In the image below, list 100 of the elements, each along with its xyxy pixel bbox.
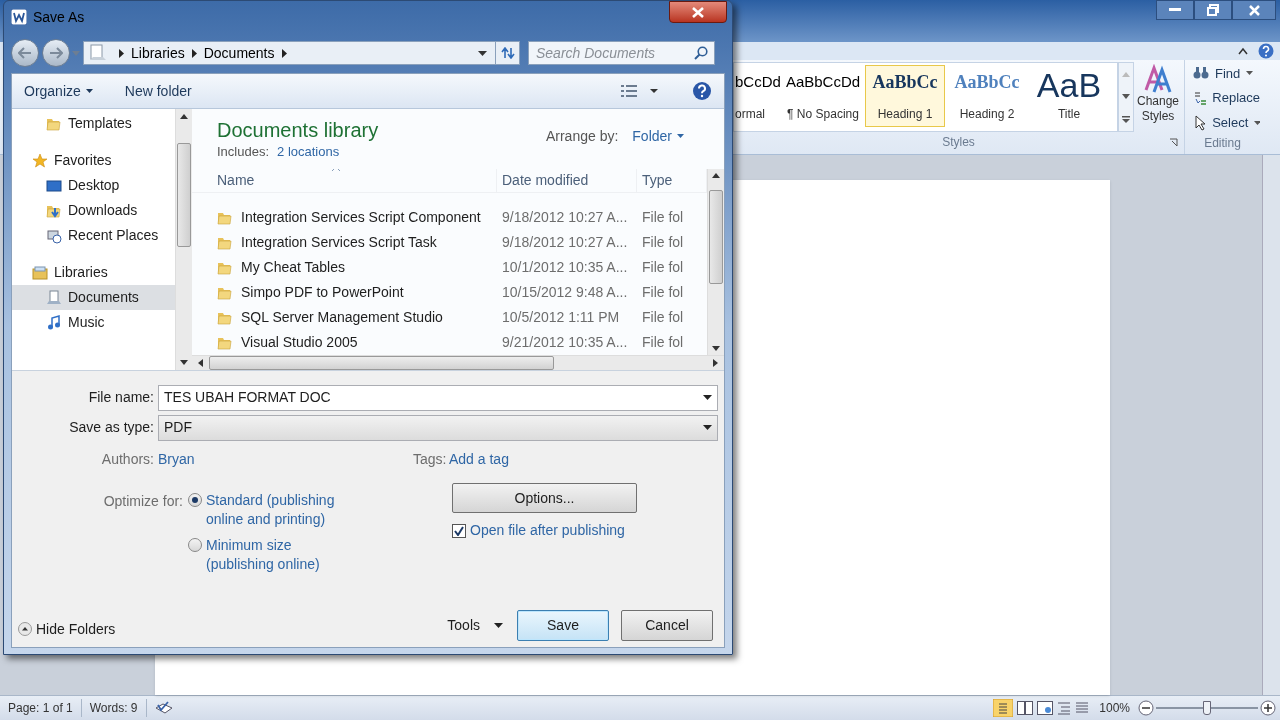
close-button[interactable] (1232, 0, 1276, 20)
radio-option[interactable]: Minimum size (publishing online) (188, 536, 335, 574)
web-layout-icon[interactable] (1037, 701, 1054, 715)
music-note-icon (46, 314, 62, 331)
nav-item[interactable]: Documents (12, 285, 175, 310)
address-bar[interactable]: Libraries Documents (83, 41, 520, 65)
nav-item[interactable]: Music (12, 310, 175, 335)
chevron-icon[interactable] (119, 48, 124, 58)
file-name[interactable]: Integration Services Script Task (241, 232, 437, 253)
zoom-in-icon[interactable] (1260, 700, 1276, 716)
search-icon[interactable] (694, 46, 708, 60)
chevron-icon[interactable] (191, 48, 197, 58)
hide-folders-button[interactable]: Hide Folders (18, 618, 116, 640)
breadcrumb-item[interactable]: Libraries (131, 42, 185, 64)
file-name[interactable]: Integration Services Script Component (241, 207, 481, 228)
word-count[interactable]: Words: 9 (81, 699, 147, 717)
group-label: Styles (942, 134, 975, 151)
scroll-down-icon[interactable] (1122, 93, 1130, 99)
organize-button[interactable]: Organize (24, 80, 93, 102)
close-button[interactable] (669, 1, 727, 23)
nav-item[interactable]: Templates (12, 111, 175, 136)
radio-button[interactable] (188, 493, 202, 507)
more-icon[interactable] (1122, 115, 1130, 123)
scroll-left-icon[interactable] (198, 359, 203, 367)
checkbox[interactable] (452, 523, 466, 538)
chevron-icon[interactable] (281, 48, 287, 58)
nav-item[interactable]: Libraries (12, 260, 175, 285)
style-item[interactable]: bCcDd ormal (734, 65, 782, 127)
breadcrumb-item[interactable]: Documents (203, 42, 275, 64)
file-name[interactable]: SQL Server Management Studio (241, 307, 443, 328)
column-header[interactable]: Date modified (497, 169, 637, 192)
authors-link[interactable]: Bryan (158, 448, 413, 470)
scroll-down-icon[interactable] (712, 346, 720, 351)
nav-item[interactable]: Favorites (12, 148, 175, 173)
radio-button[interactable] (188, 538, 202, 552)
cancel-button[interactable]: Cancel (621, 609, 713, 641)
select-button[interactable]: Select (1193, 111, 1260, 134)
scroll-down-icon[interactable] (180, 360, 188, 365)
scrollbar-thumb[interactable] (709, 190, 723, 284)
star-icon (32, 152, 48, 169)
scroll-right-icon[interactable] (713, 359, 718, 367)
tools-button[interactable]: Tools (447, 614, 503, 636)
vertical-scrollbar[interactable] (707, 169, 724, 355)
desktop-icon (46, 177, 62, 194)
view-options-icon[interactable] (620, 84, 638, 98)
date-cell-text: 9/18/2012 10:27 A... (501, 208, 629, 227)
change-styles-button[interactable]: Change Styles (1134, 62, 1182, 134)
radio-option[interactable]: Standard (publishing online and printing) (188, 491, 335, 529)
back-button[interactable] (11, 39, 39, 67)
arrange-dropdown[interactable]: Folder (632, 125, 684, 147)
dropdown-icon[interactable] (478, 50, 487, 56)
save-button[interactable]: Save (517, 609, 609, 641)
nav-item[interactable]: Recent Places (12, 223, 175, 248)
gallery-scrollbar[interactable] (1118, 62, 1134, 132)
word-icon (11, 9, 27, 25)
file-name-field[interactable]: TES UBAH FORMAT DOC (158, 384, 718, 411)
horizontal-scrollbar[interactable] (192, 355, 724, 370)
restore-button[interactable] (1194, 0, 1232, 20)
vertical-scrollbar[interactable] (175, 109, 192, 370)
file-name[interactable]: Simpo PDF to PowerPoint (241, 282, 404, 303)
page-count[interactable]: Page: 1 of 1 (0, 699, 82, 717)
tags-link[interactable]: Add a tag (449, 448, 509, 470)
reading-layout-icon[interactable] (1017, 701, 1034, 715)
save-as-type-dropdown[interactable]: PDF (158, 414, 718, 441)
zoom-level[interactable]: 100% (1099, 699, 1130, 717)
new-folder-button[interactable]: New folder (124, 80, 192, 102)
collapse-ribbon-icon[interactable] (1238, 47, 1248, 55)
checkbox-option[interactable]: Open file after publishing (452, 520, 637, 541)
nav-item[interactable]: Desktop (12, 173, 175, 198)
zoom-thumb[interactable] (1203, 701, 1211, 715)
column-header[interactable]: Name (192, 169, 497, 192)
authors-label: Authors: (100, 449, 155, 469)
dialog-launcher-icon[interactable] (1169, 137, 1178, 147)
file-name[interactable]: My Cheat Tables (241, 257, 345, 278)
caret-icon[interactable] (650, 89, 658, 93)
scrollbar-thumb[interactable] (177, 142, 191, 247)
style-item[interactable]: AaBbCcDd ¶ No Spacing (783, 65, 863, 127)
find-button[interactable]: Find (1193, 62, 1260, 85)
replace-button[interactable]: Replace (1193, 86, 1260, 110)
zoom-slider[interactable] (1156, 700, 1258, 716)
date-cell-text: 10/5/2012 1:11 PM (501, 308, 621, 327)
forward-button[interactable] (42, 39, 70, 67)
style-item[interactable]: AaBbCc Heading 1 (865, 65, 945, 127)
style-item[interactable]: AaB Title (1029, 65, 1109, 127)
file-name[interactable]: Visual Studio 2005 (241, 332, 358, 353)
style-item[interactable]: AaBbCc Heading 2 (947, 65, 1027, 127)
scroll-up-icon[interactable] (180, 114, 188, 119)
locations-link[interactable]: 2 locations (277, 143, 340, 161)
type-cell-text: File fol (641, 258, 685, 277)
options-button[interactable]: Options... (452, 483, 637, 513)
help-icon[interactable] (1258, 43, 1274, 59)
help-icon[interactable] (692, 81, 712, 101)
scroll-up-icon[interactable] (712, 173, 720, 178)
type-cell-text: File fol (641, 208, 685, 227)
nav-item[interactable]: Downloads (12, 198, 175, 223)
caret-icon (1254, 120, 1260, 125)
minimize-button[interactable] (1156, 0, 1194, 20)
zoom-out-icon[interactable] (1138, 700, 1154, 716)
scrollbar-thumb[interactable] (209, 356, 554, 370)
search-field[interactable]: Search Documents (528, 41, 715, 65)
